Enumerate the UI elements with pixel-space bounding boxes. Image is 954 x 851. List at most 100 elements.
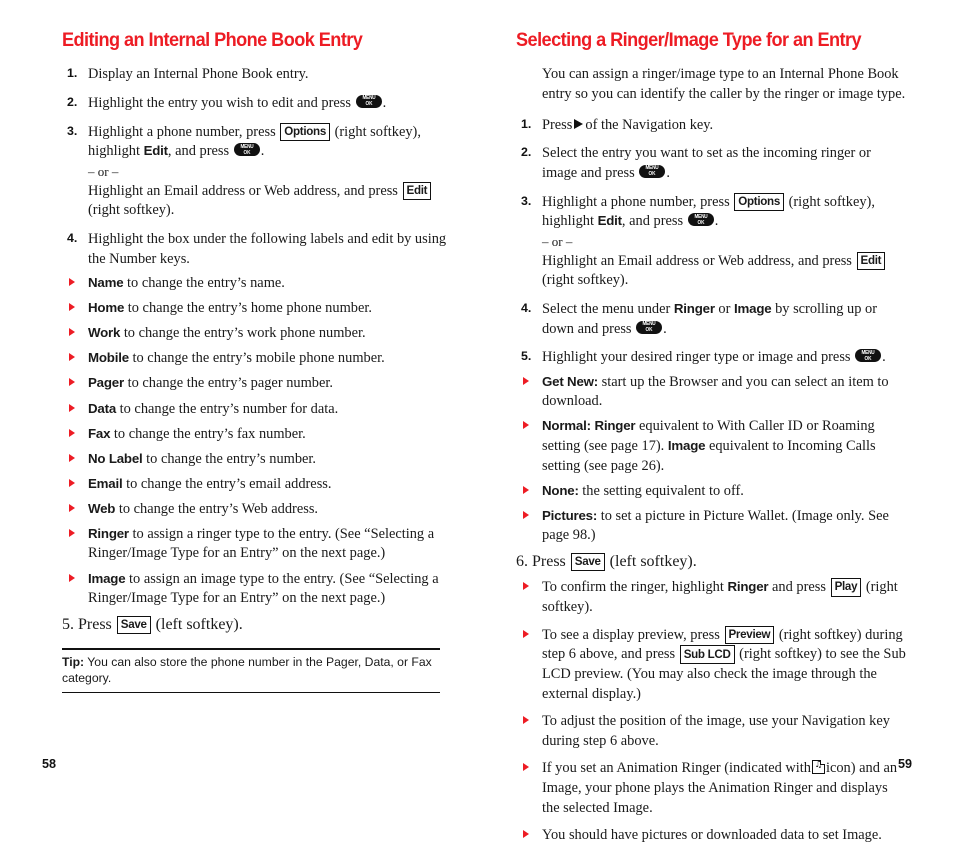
step-text: Press xyxy=(78,615,112,633)
label-term: No Label xyxy=(88,450,143,466)
step-item: 5. Highlight your desired ringer type or… xyxy=(516,348,908,368)
step-text-tail: of the Navigation key. xyxy=(585,116,714,133)
list-item: None: the setting equivalent to off. xyxy=(516,482,908,502)
softkey-play[interactable]: Play xyxy=(830,578,862,597)
step-text: highlight xyxy=(542,213,594,230)
note-text: To see a display preview, press xyxy=(542,626,720,643)
list-item: Web to change the entry’s Web address. xyxy=(62,500,454,520)
steps-list-right: 1. Press of the Navigation key. 2. Select… xyxy=(516,116,908,368)
triangle-bullet-icon xyxy=(523,582,529,591)
triangle-bullet-icon xyxy=(523,421,529,430)
label-term: Pager xyxy=(88,375,124,391)
label-desc: to change the entry’s Web address. xyxy=(118,500,319,517)
label-desc: to change the entry’s home phone number. xyxy=(127,300,372,317)
triangle-bullet-icon xyxy=(69,378,75,387)
menu-ok-key-icon: MENU OK xyxy=(687,213,714,227)
menu-key-label-bottom: OK xyxy=(864,355,872,362)
step-text-tail: . xyxy=(882,349,886,366)
tip-text: Tip: You can also store the phone number… xyxy=(62,654,440,686)
step-text: Highlight a phone number, press xyxy=(88,123,276,140)
triangle-bullet-icon xyxy=(69,328,75,337)
step-item: 6. Press Save (left softkey). xyxy=(516,552,908,572)
list-item: Mobile to change the entry’s mobile phon… xyxy=(62,349,454,369)
label-term: Email xyxy=(88,475,123,491)
step-number: 2. xyxy=(521,145,532,160)
option-term-ringer: Ringer xyxy=(594,418,636,434)
label-desc: to change the entry’s mobile phone numbe… xyxy=(132,350,385,367)
softkey-options[interactable]: Options xyxy=(734,192,784,212)
label-term: Web xyxy=(88,500,116,516)
softkey-save[interactable]: Save xyxy=(116,615,151,635)
step-text-alt: Highlight an Email address or Web addres… xyxy=(542,252,852,269)
navigation-right-triangle-icon xyxy=(574,118,584,129)
page-number-right: 59 xyxy=(897,757,912,771)
manual-page-spread: Editing an Internal Phone Book Entry 1. … xyxy=(0,0,954,843)
step-number: 4. xyxy=(67,230,78,245)
softkey-edit[interactable]: Edit xyxy=(856,251,886,271)
step-number: 4. xyxy=(521,301,532,315)
step-text: Press xyxy=(532,553,566,571)
step-text-alt-tail: (right softkey). xyxy=(88,202,175,219)
step-text-alt: Highlight an Email address or Web addres… xyxy=(88,182,398,199)
step-number: 6. xyxy=(516,553,528,571)
triangle-bullet-icon xyxy=(523,485,529,494)
list-item: Pager to change the entry’s pager number… xyxy=(62,374,454,394)
step-text: or xyxy=(718,301,731,317)
menu-key-label-bottom: OK xyxy=(243,149,251,156)
label-desc: to change the entry’s email address. xyxy=(126,475,332,492)
softkey-edit[interactable]: Edit xyxy=(402,181,432,200)
softkey-save[interactable]: Save xyxy=(570,552,605,572)
note-text: To adjust the position of the image, use… xyxy=(542,713,890,749)
triangle-bullet-icon xyxy=(69,503,75,512)
list-item: Normal: Ringer equivalent to With Caller… xyxy=(516,417,908,476)
step-text: , and press xyxy=(621,213,684,230)
label-term: Image xyxy=(88,570,126,586)
menu-term-edit: Edit xyxy=(143,143,169,159)
step-item: 5. Press Save (left softkey). xyxy=(62,615,454,635)
step-text: Display an Internal Phone Book entry. xyxy=(88,66,309,83)
list-item: Email to change the entry’s email addres… xyxy=(62,475,454,495)
step-item: 4. Select the menu under Ringer or Image… xyxy=(516,300,908,339)
menu-term-ringer: Ringer xyxy=(673,301,715,316)
triangle-bullet-icon xyxy=(69,453,75,462)
triangle-bullet-icon xyxy=(523,629,529,638)
step-item: 1. Press of the Navigation key. xyxy=(516,116,908,136)
menu-key-label-bottom: OK xyxy=(648,171,656,178)
triangle-bullet-icon xyxy=(69,303,75,312)
label-desc: to assign an image type to the entry. (S… xyxy=(88,570,439,607)
note-text: You should have pictures or downloaded d… xyxy=(542,827,882,844)
step-item: 4. Highlight the box under the following… xyxy=(62,230,454,269)
menu-key-label-bottom: OK xyxy=(645,326,653,333)
triangle-bullet-icon xyxy=(523,376,529,385)
right-page-column: Selecting a Ringer/Image Type for an Ent… xyxy=(516,29,908,851)
softkey-preview[interactable]: Preview xyxy=(724,625,775,644)
step-number: 1. xyxy=(521,116,532,131)
list-item: Fax to change the entry’s fax number. xyxy=(62,425,454,445)
step-number: 5. xyxy=(521,349,532,364)
step-text: highlight xyxy=(88,143,140,160)
triangle-bullet-icon xyxy=(69,353,75,362)
menu-key-label-bottom: OK xyxy=(365,101,373,108)
step-number: 1. xyxy=(67,66,78,81)
step-number: 5. xyxy=(62,615,74,633)
list-item: If you set an Animation Ringer (indicate… xyxy=(516,759,908,818)
ringer-options-bullet-list: Get New: start up the Browser and you ca… xyxy=(516,373,908,546)
step-number: 2. xyxy=(67,95,78,110)
intro-paragraph: You can assign a ringer/image type to an… xyxy=(542,66,906,103)
page-number-left: 58 xyxy=(42,757,57,771)
triangle-bullet-icon xyxy=(69,428,75,437)
step-text: Select the menu under xyxy=(542,301,671,317)
left-page-column: Editing an Internal Phone Book Entry 1. … xyxy=(62,29,454,693)
softkey-sub-lcd[interactable]: Sub LCD xyxy=(679,645,735,664)
softkey-options[interactable]: Options xyxy=(280,122,330,141)
step-item: 1. Display an Internal Phone Book entry. xyxy=(62,65,454,85)
triangle-bullet-icon xyxy=(69,528,75,537)
labels-bullet-list: Name to change the entry’s name. Home to… xyxy=(62,274,454,609)
tip-box: Tip: You can also store the phone number… xyxy=(62,648,440,693)
list-item: Home to change the entry’s home phone nu… xyxy=(62,299,454,319)
menu-ok-key-icon: MENU OK xyxy=(233,143,260,157)
note-text: If you set an Animation Ringer (indicate… xyxy=(542,760,811,777)
alternative-separator: – or – xyxy=(542,233,573,249)
alternative-separator: – or – xyxy=(88,163,119,179)
list-item: To confirm the ringer, highlight Ringer … xyxy=(516,578,908,617)
